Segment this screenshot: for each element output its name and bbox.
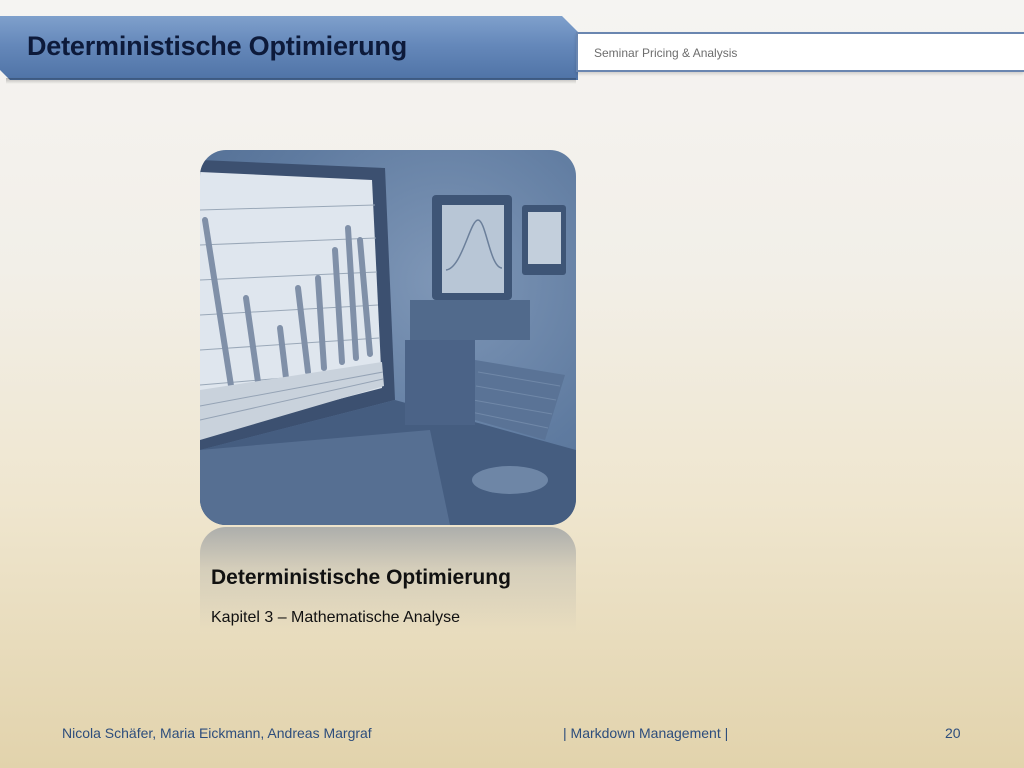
subtitle-text: Seminar Pricing & Analysis xyxy=(594,46,738,60)
middle-monitor-screen xyxy=(442,205,504,293)
page-number: 20 xyxy=(945,725,961,741)
mouse xyxy=(472,466,548,494)
computer-tower xyxy=(405,340,475,425)
card-heading: Deterministische Optimierung xyxy=(211,566,511,589)
title-banner-shadow xyxy=(6,78,576,84)
footer-course-title: | Markdown Management | xyxy=(563,725,729,741)
computer-monitors-photo xyxy=(200,160,576,525)
subtitle-box: Seminar Pricing & Analysis xyxy=(576,32,1024,72)
card-subheading: Kapitel 3 – Mathematische Analyse xyxy=(211,609,461,626)
photo-card xyxy=(200,150,576,525)
footer-authors: Nicola Schäfer, Maria Eickmann, Andreas … xyxy=(62,725,372,741)
slide-title: Deterministische Optimierung xyxy=(27,31,407,61)
middle-monitor-base xyxy=(410,300,530,340)
right-monitor-screen xyxy=(528,212,561,264)
